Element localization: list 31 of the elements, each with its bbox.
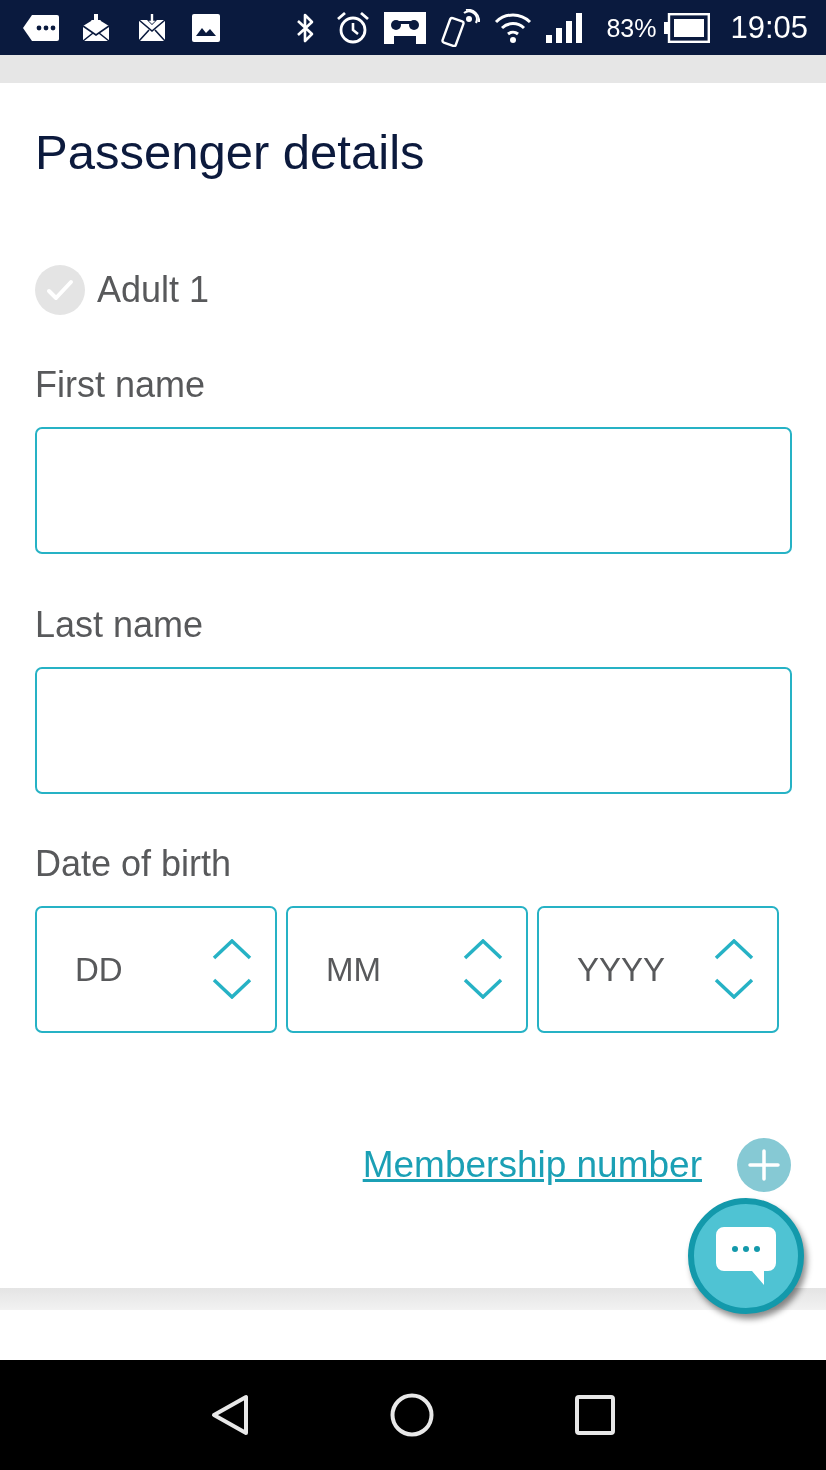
up-down-chevron-icon xyxy=(714,939,754,999)
date-select[interactable]: MM xyxy=(286,906,528,1033)
text-field[interactable] xyxy=(35,427,792,554)
cassette-icon xyxy=(384,11,427,44)
chat-bubble-icon xyxy=(716,1227,776,1285)
battery-icon xyxy=(664,12,711,43)
membership-number-link[interactable]: Membership number xyxy=(362,1144,702,1186)
recent-apps-icon[interactable] xyxy=(575,1395,616,1435)
up-down-chevron-icon xyxy=(463,939,503,999)
plus-circle-icon[interactable] xyxy=(737,1138,791,1192)
date-select[interactable]: YYYY xyxy=(537,906,779,1033)
clock-time: 19:05 xyxy=(730,9,808,46)
back-icon[interactable] xyxy=(210,1394,249,1436)
text-field[interactable] xyxy=(35,667,792,794)
image-icon xyxy=(192,13,220,42)
envelope-download-icon xyxy=(138,13,166,42)
envelope-download-icon xyxy=(82,13,110,42)
date-select[interactable]: DD xyxy=(35,906,277,1033)
page-title: Passenger details xyxy=(35,124,426,181)
wifi-icon xyxy=(494,11,533,44)
signal-bars-icon xyxy=(546,12,583,43)
field-label: First name xyxy=(35,364,207,406)
home-icon[interactable] xyxy=(390,1393,434,1437)
battery-percentage: 83% xyxy=(606,12,657,43)
field-label: Last name xyxy=(35,604,205,646)
passenger-label: Adult 1 xyxy=(97,269,210,311)
phone-signal-icon xyxy=(440,8,481,47)
dots-tag-icon xyxy=(22,13,60,42)
up-down-chevron-icon xyxy=(212,939,252,999)
alarm-clock-icon xyxy=(336,10,371,45)
field-label: Date of birth xyxy=(35,843,233,885)
